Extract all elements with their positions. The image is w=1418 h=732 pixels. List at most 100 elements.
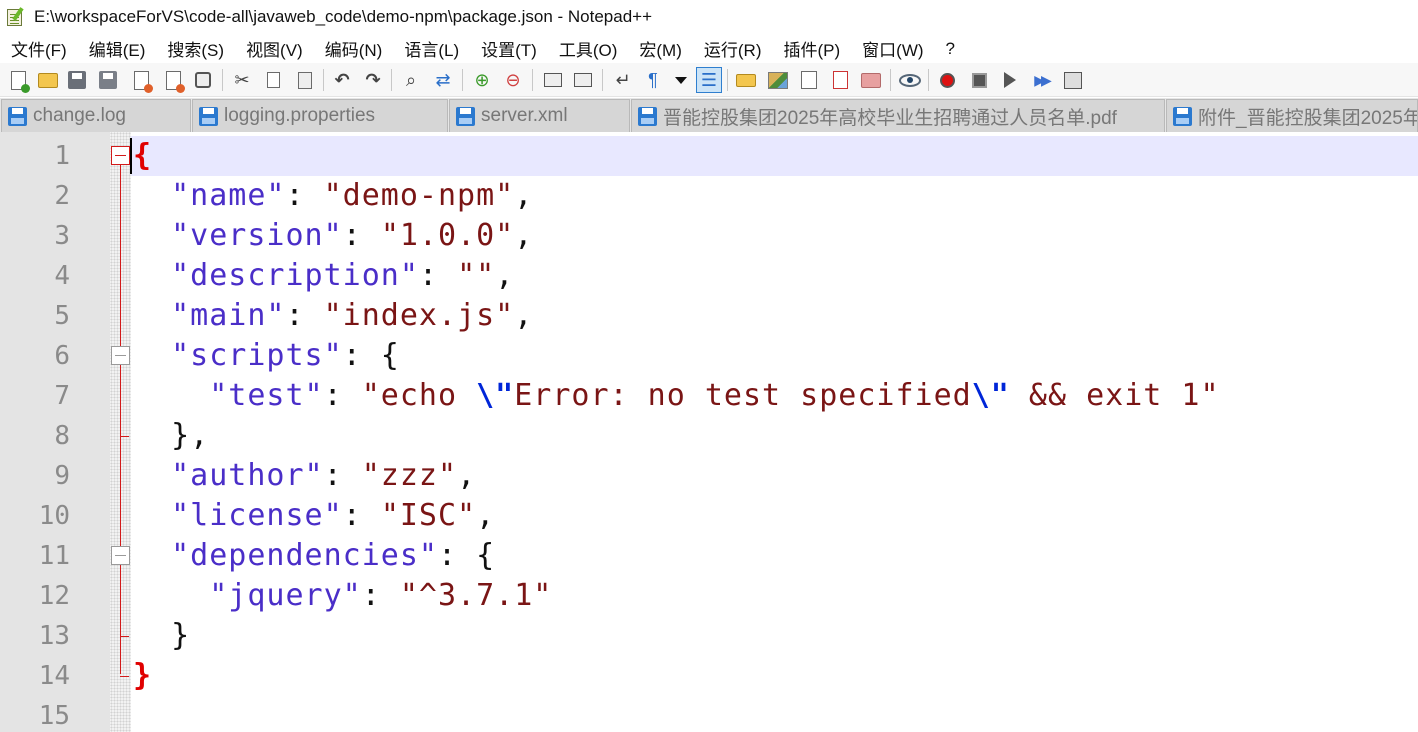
code-token: , bbox=[495, 258, 515, 293]
user-language-icon[interactable] bbox=[733, 67, 759, 93]
code-line: } bbox=[133, 616, 190, 656]
show-all-characters-icon[interactable]: ¶ bbox=[640, 67, 666, 93]
word-wrap-icon[interactable]: ↵ bbox=[610, 67, 636, 93]
code-token: \" bbox=[476, 378, 515, 413]
code-token: "echo bbox=[361, 378, 477, 413]
fold-toggle-icon[interactable] bbox=[111, 546, 130, 565]
code-token: : bbox=[418, 258, 458, 293]
toolbar: ✂ ↶ ↷ ⌕ ⇄ ⊕ ⊖ ↵ ¶ ☰ ▶▶ bbox=[0, 63, 1418, 97]
undo-icon[interactable]: ↶ bbox=[329, 67, 355, 93]
zoom-in-icon[interactable]: ⊕ bbox=[469, 67, 495, 93]
paste-icon[interactable] bbox=[292, 67, 318, 93]
code-token: "1.0.0" bbox=[380, 218, 515, 253]
code-line: "main": "index.js", bbox=[133, 296, 533, 336]
current-line-highlight bbox=[131, 136, 1418, 176]
open-folder-icon[interactable] bbox=[858, 67, 884, 93]
code-token: "test" bbox=[209, 378, 324, 413]
tab-logging-properties[interactable]: logging.properties bbox=[192, 99, 448, 132]
sync-horizontal-icon[interactable] bbox=[570, 67, 596, 93]
stop-record-icon[interactable] bbox=[966, 67, 992, 93]
copy-icon[interactable] bbox=[260, 67, 286, 93]
function-list-icon[interactable] bbox=[796, 67, 822, 93]
tab-recruitment-pdf[interactable]: 晋能控股集团2025年高校毕业生招聘通过人员名单.pdf bbox=[631, 99, 1165, 132]
code-token: : bbox=[323, 458, 362, 493]
line-number-gutter: 1 2 3 4 5 6 7 8 9 10 11 12 13 14 15 bbox=[0, 132, 110, 732]
redo-icon[interactable]: ↷ bbox=[360, 67, 386, 93]
tab-label: 附件_晋能控股集团2025年高 bbox=[1198, 107, 1418, 129]
line-number: 2 bbox=[54, 181, 70, 211]
find-icon[interactable]: ⌕ bbox=[398, 67, 424, 93]
menu-item[interactable]: 文件(F) bbox=[0, 36, 78, 61]
code-token: : bbox=[285, 298, 324, 333]
menu-item[interactable]: 插件(P) bbox=[772, 36, 851, 61]
save-macro-icon[interactable] bbox=[1060, 67, 1086, 93]
code-token: : { bbox=[438, 538, 496, 573]
menu-item[interactable]: ? bbox=[935, 39, 966, 59]
code-token: "name" bbox=[171, 178, 286, 213]
menu-item[interactable]: 窗口(W) bbox=[851, 36, 934, 61]
save-all-icon[interactable] bbox=[95, 67, 121, 93]
menu-item[interactable]: 宏(M) bbox=[628, 36, 692, 61]
tab-label: change.log bbox=[33, 105, 126, 126]
zoom-out-icon[interactable]: ⊖ bbox=[500, 67, 526, 93]
menu-item[interactable]: 语言(L) bbox=[393, 36, 470, 61]
code-token: : bbox=[361, 578, 400, 613]
fold-toggle-icon[interactable] bbox=[111, 146, 130, 165]
record-macro-icon[interactable] bbox=[934, 67, 960, 93]
open-file-icon[interactable] bbox=[35, 67, 61, 93]
print-icon[interactable] bbox=[190, 67, 216, 93]
code-token: "" bbox=[457, 258, 496, 293]
close-all-icon[interactable] bbox=[160, 67, 186, 93]
line-number: 15 bbox=[38, 701, 70, 731]
save-icon[interactable] bbox=[64, 67, 90, 93]
code-line: "scripts": { bbox=[133, 336, 400, 376]
window-title: E:\workspaceForVS\code-all\javaweb_code\… bbox=[34, 6, 653, 26]
close-icon[interactable] bbox=[128, 67, 154, 93]
document-map-icon[interactable] bbox=[765, 67, 791, 93]
menu-bar: 文件(F) 编辑(E) 搜索(S) 视图(V) 编码(N) 语言(L) 设置(T) 工具(O)… bbox=[0, 34, 1418, 63]
tab-server-xml[interactable]: server.xml bbox=[449, 99, 630, 132]
code-token: "author" bbox=[171, 458, 324, 493]
tab-attachment-pdf[interactable]: 附件_晋能控股集团2025年高 bbox=[1166, 99, 1418, 132]
fold-end-mark bbox=[120, 636, 129, 637]
folder-workspace-icon[interactable] bbox=[827, 67, 853, 93]
editor-pane[interactable]: 1 2 3 4 5 6 7 8 9 10 11 12 13 14 15 { "name": "demo-np… bbox=[0, 132, 1418, 732]
replace-icon[interactable]: ⇄ bbox=[430, 67, 456, 93]
fold-toggle-icon[interactable] bbox=[111, 346, 130, 365]
saved-file-icon bbox=[638, 106, 657, 126]
indent-guide-icon[interactable]: ☰ bbox=[696, 67, 722, 93]
code-line: }, bbox=[133, 416, 209, 456]
line-number: 5 bbox=[54, 301, 70, 331]
tab-change-log[interactable]: change.log bbox=[1, 99, 191, 132]
menu-item[interactable]: 视图(V) bbox=[235, 36, 314, 61]
code-token: , bbox=[457, 458, 477, 493]
menu-item[interactable]: 编辑(E) bbox=[78, 36, 157, 61]
code-line: "test": "echo \"Error: no test specified… bbox=[133, 376, 1220, 416]
line-number: 1 bbox=[54, 141, 70, 171]
menu-item[interactable]: 搜索(S) bbox=[156, 36, 235, 61]
tab-label: logging.properties bbox=[224, 105, 376, 126]
code-token: : bbox=[285, 178, 324, 213]
code-token: "ISC" bbox=[380, 498, 477, 533]
cut-icon[interactable]: ✂ bbox=[229, 67, 255, 93]
notepad-plus-plus-icon bbox=[5, 6, 27, 28]
menu-item[interactable]: 编码(N) bbox=[314, 36, 394, 61]
code-line: "author": "zzz", bbox=[133, 456, 476, 496]
menu-item[interactable]: 设置(T) bbox=[470, 36, 548, 61]
code-line: "dependencies": { bbox=[133, 536, 495, 576]
monitoring-icon[interactable] bbox=[897, 67, 923, 93]
chevron-down-icon[interactable] bbox=[668, 67, 694, 93]
menu-item[interactable]: 运行(R) bbox=[693, 36, 773, 61]
code-token: } bbox=[133, 658, 153, 693]
line-number: 6 bbox=[54, 341, 70, 371]
playback-macro-icon[interactable] bbox=[997, 67, 1023, 93]
run-macro-multiple-icon[interactable]: ▶▶ bbox=[1028, 67, 1054, 93]
code-token: , bbox=[476, 498, 496, 533]
new-file-icon[interactable] bbox=[5, 67, 31, 93]
menu-item[interactable]: 工具(O) bbox=[548, 36, 629, 61]
sync-vertical-icon[interactable] bbox=[540, 67, 566, 93]
